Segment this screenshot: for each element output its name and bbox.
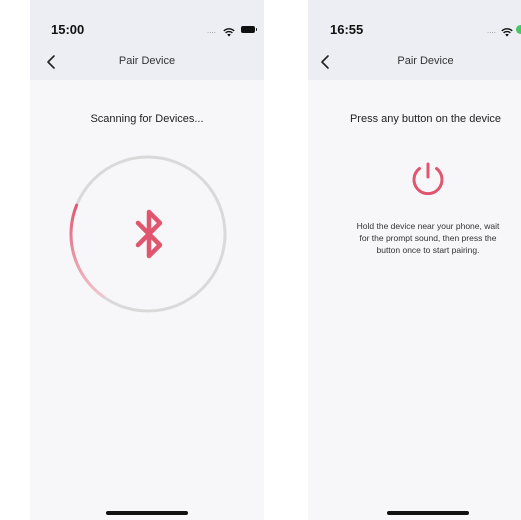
instruction-line-2: for the prompt sound, then press the: [359, 233, 497, 243]
scanning-heading: Scanning for Devices...: [90, 113, 204, 125]
nav-title: Pair Device: [118, 55, 176, 67]
nav-title: Pair Device: [397, 55, 454, 67]
home-indicator: [387, 511, 469, 515]
header: 15:00 .... Pair Device: [30, 0, 264, 80]
instruction-line-3: button once to start pairing.: [376, 245, 480, 255]
ring-progress-arc: [69, 203, 105, 299]
scan-progress-ring: [69, 155, 227, 313]
status-time: 15:00: [51, 22, 85, 37]
nav-bar: Pair Device: [308, 50, 521, 74]
wifi-icon: [223, 24, 235, 42]
phone-screen-press-button: 16:55 .... Pair Device Press any button …: [308, 0, 521, 520]
status-bar: 16:55 ....: [308, 18, 521, 42]
press-button-heading: Press any button on the device: [349, 113, 502, 125]
pairing-instructions: Hold the device near your phone, wait fo…: [338, 220, 518, 256]
signal-dots: ....: [487, 26, 496, 35]
battery-icon: [241, 26, 257, 33]
phone-screen-scanning: 15:00 .... Pair Device Scanning for Devi…: [30, 0, 264, 520]
instruction-line-1: Hold the device near your phone, wait: [356, 221, 500, 231]
signal-dots: ....: [207, 26, 216, 35]
power-icon: [412, 162, 444, 196]
bluetooth-icon: [135, 209, 163, 259]
header: 16:55 .... Pair Device: [308, 0, 521, 80]
battery-icon: [516, 25, 521, 34]
status-bar: 15:00 ....: [30, 18, 264, 42]
nav-bar: Pair Device: [30, 50, 264, 74]
wifi-icon: [501, 24, 513, 42]
home-indicator: [106, 511, 188, 515]
screenshot-pair: 15:00 .... Pair Device Scanning for Devi…: [0, 0, 521, 520]
status-time: 16:55: [330, 22, 364, 37]
